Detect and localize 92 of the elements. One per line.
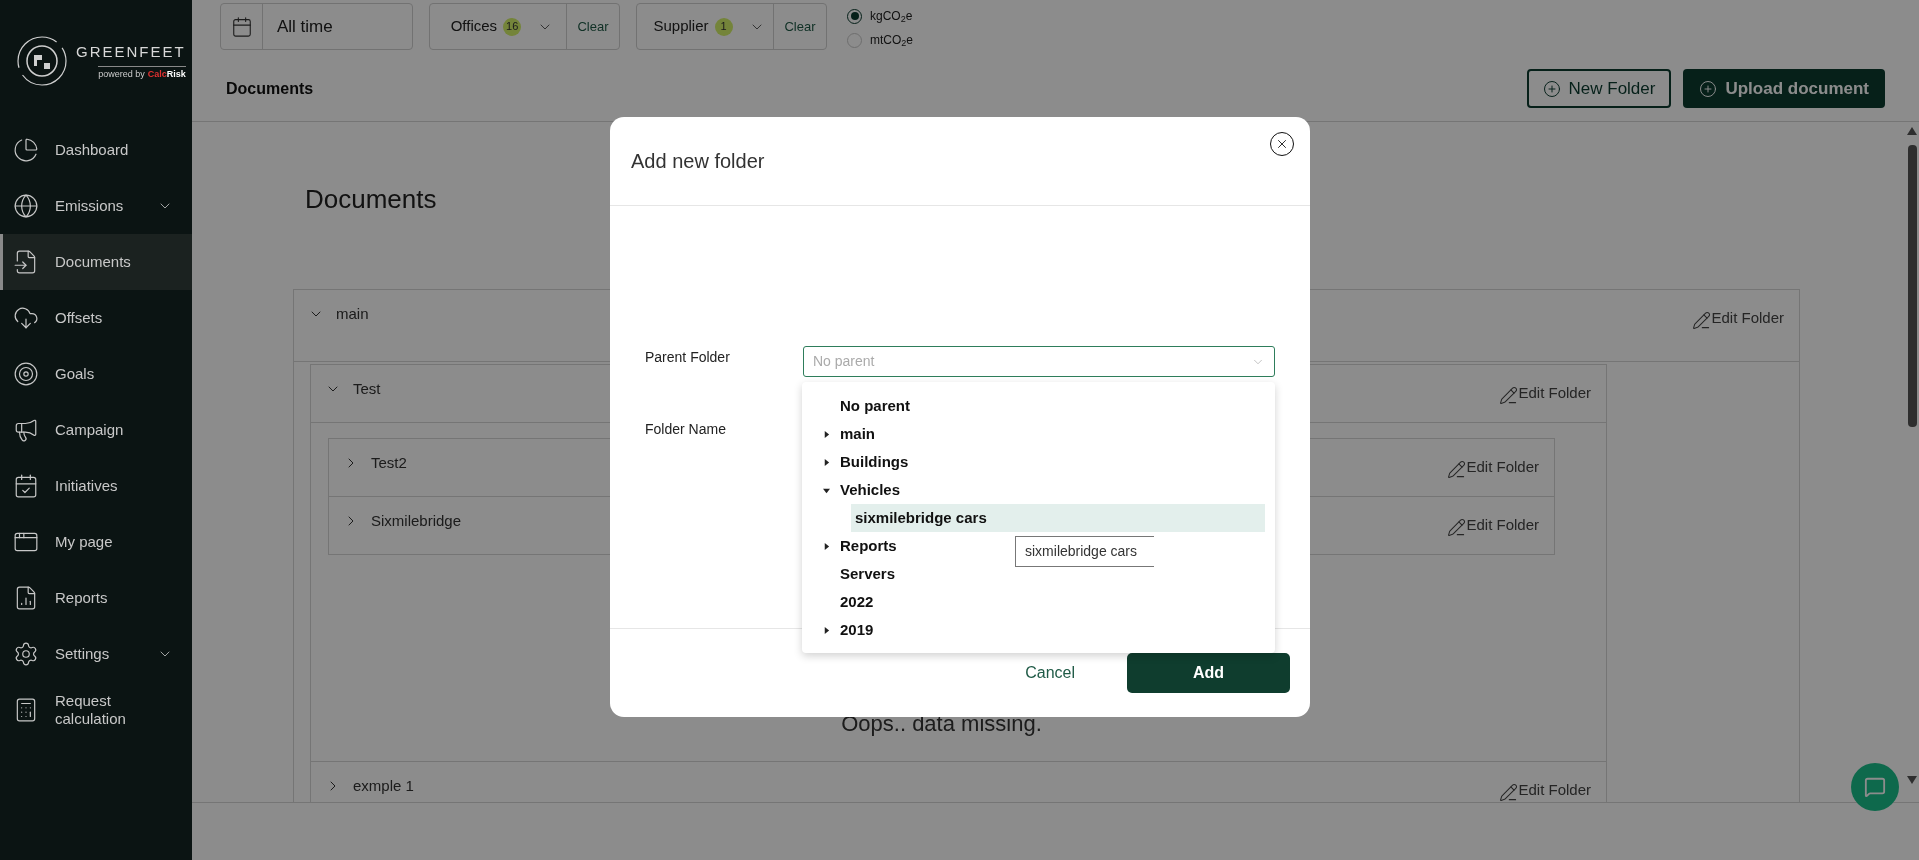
page-title: Documents xyxy=(226,78,314,99)
filter-dropdown[interactable]: Supplier 1 Clear xyxy=(636,3,827,50)
pencil-icon xyxy=(1692,310,1712,330)
powered-by-text: powered by xyxy=(98,67,145,81)
nav-label: Documents xyxy=(55,253,132,271)
plus-circle-icon xyxy=(1542,79,1561,98)
nav-item[interactable]: Emissions xyxy=(0,178,192,234)
scroll-up-icon[interactable] xyxy=(1907,127,1917,135)
nav-label: Dashboard xyxy=(55,141,130,159)
empty-message: Oops.. data missing. xyxy=(841,710,1042,738)
chat-icon xyxy=(1864,776,1886,798)
calendar-icon xyxy=(230,15,253,38)
nav-label: Settings xyxy=(55,645,111,663)
nav-label: Offsets xyxy=(55,309,104,327)
nav-item[interactable]: My page xyxy=(0,514,192,570)
tree-option[interactable]: Reports xyxy=(823,532,901,560)
field-label: Folder Name xyxy=(645,421,726,437)
tree-option[interactable]: Servers xyxy=(823,560,900,588)
pencil-icon xyxy=(1499,782,1519,802)
cancel-button[interactable]: Cancel xyxy=(1025,661,1075,685)
folder-name: exmple 1 xyxy=(353,776,414,796)
date-filter[interactable]: All time xyxy=(220,3,413,50)
section-title: Documents xyxy=(304,184,438,214)
unit-label: kgCO$_{2}$e xyxy=(870,8,913,25)
clear-button[interactable]: Clear xyxy=(773,4,826,49)
calendar-check-icon xyxy=(13,473,39,499)
new-folder-button[interactable]: New Folder xyxy=(1526,69,1672,108)
nav-item[interactable]: Goals xyxy=(0,346,192,402)
tree-option[interactable]: Vehicles xyxy=(823,476,905,504)
nav-label: Campaign xyxy=(55,421,125,439)
folder-name: Test xyxy=(353,379,381,399)
pencil-icon xyxy=(1499,385,1519,405)
logo-globe-icon xyxy=(16,35,68,87)
filter-label: Offices xyxy=(450,16,498,37)
modal-title: Add new folder xyxy=(631,149,765,174)
scroll-down-icon[interactable] xyxy=(1907,776,1917,784)
select-placeholder: No parent xyxy=(813,352,875,371)
nav-item[interactable]: Offsets xyxy=(0,290,192,346)
nav-item[interactable]: Initiatives xyxy=(0,458,192,514)
add-button[interactable]: Add xyxy=(1127,653,1290,693)
nav-label: Goals xyxy=(55,365,96,383)
nav-label: Request calculation xyxy=(55,692,127,728)
target-icon xyxy=(13,361,39,387)
nav-label: Initiatives xyxy=(55,477,119,495)
globe-icon xyxy=(13,193,39,219)
field-label: Parent Folder xyxy=(645,348,731,367)
clear-button[interactable]: Clear xyxy=(566,4,619,49)
filter-dropdown[interactable]: Offices 16 Clear xyxy=(429,3,620,50)
count-badge: 16 xyxy=(503,17,522,36)
pencil-icon xyxy=(1447,459,1467,479)
caret-right-icon[interactable] xyxy=(823,626,830,634)
nav-item[interactable]: Request calculation xyxy=(0,682,192,738)
nav-label: Reports xyxy=(55,589,109,607)
count-badge: 1 xyxy=(714,17,733,36)
filter-label: Supplier xyxy=(653,16,709,37)
edit-folder-link[interactable]: Edit Folder xyxy=(1447,514,1539,537)
caret-right-icon[interactable] xyxy=(823,458,830,466)
cloud-icon xyxy=(13,305,39,331)
caret-down-icon[interactable] xyxy=(823,486,830,494)
nav-item[interactable]: Campaign xyxy=(0,402,192,458)
edit-folder-link[interactable]: Edit Folder xyxy=(1499,382,1591,405)
nav-item[interactable]: Settings xyxy=(0,626,192,682)
nav-item[interactable]: Documents xyxy=(0,234,192,290)
edit-folder-link[interactable]: Edit Folder xyxy=(1447,456,1539,479)
tooltip: sixmilebridge cars xyxy=(1015,536,1154,567)
unit-label: mtCO$_{2}$e xyxy=(870,32,914,49)
edit-folder-link[interactable]: Edit Folder xyxy=(1499,779,1591,802)
tree-option[interactable]: Buildings xyxy=(823,448,913,476)
pie-chart-icon xyxy=(13,137,39,163)
caret-right-icon[interactable] xyxy=(823,430,830,438)
tree-option[interactable]: 2022 xyxy=(823,588,878,616)
edit-folder-link[interactable]: Edit Folder xyxy=(1692,307,1784,330)
date-value: All time xyxy=(276,15,333,38)
tree-option[interactable]: No parent xyxy=(823,392,914,420)
tree-option[interactable]: main xyxy=(823,420,879,448)
folder-name: Test2 xyxy=(371,453,407,473)
folder-name: main xyxy=(336,304,369,324)
partner-brand: CalcRisk xyxy=(147,67,186,81)
folder-name: Sixmilebridge xyxy=(371,511,462,531)
tree-option[interactable]: sixmilebridge cars xyxy=(851,504,1265,532)
pencil-icon xyxy=(1447,517,1467,537)
plus-circle-icon xyxy=(1699,79,1718,98)
megaphone-icon xyxy=(13,417,39,443)
nav-label: Emissions xyxy=(55,197,125,215)
brand-name: GREENFEET xyxy=(76,42,186,62)
nav-label: My page xyxy=(55,533,114,551)
upload-button[interactable]: Upload document xyxy=(1683,69,1885,108)
settings-icon xyxy=(13,641,39,667)
nav-item[interactable]: Dashboard xyxy=(0,122,192,178)
nav-item[interactable]: Reports xyxy=(0,570,192,626)
caret-right-icon[interactable] xyxy=(823,542,830,550)
tree-option[interactable]: 2019 xyxy=(823,616,878,644)
